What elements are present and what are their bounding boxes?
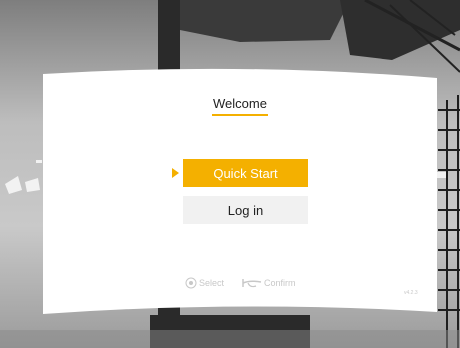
gamepad-button-icon [185, 277, 197, 289]
title-underline [212, 114, 268, 116]
confirm-hint-label: Confirm [264, 278, 296, 288]
arrow-right-icon [172, 168, 179, 178]
login-button[interactable]: Log in [183, 196, 308, 224]
page-title: Welcome [213, 96, 267, 111]
select-hint-label: Select [199, 278, 225, 288]
select-hint: Select [185, 276, 224, 290]
login-label: Log in [227, 202, 264, 218]
quick-start-button[interactable]: Quick Start [183, 159, 308, 187]
quick-start-label: Quick Start [213, 165, 278, 181]
trigger-icon [242, 279, 262, 288]
version-label: v4.2.3 [404, 290, 418, 296]
confirm-hint: Confirm [242, 276, 296, 290]
